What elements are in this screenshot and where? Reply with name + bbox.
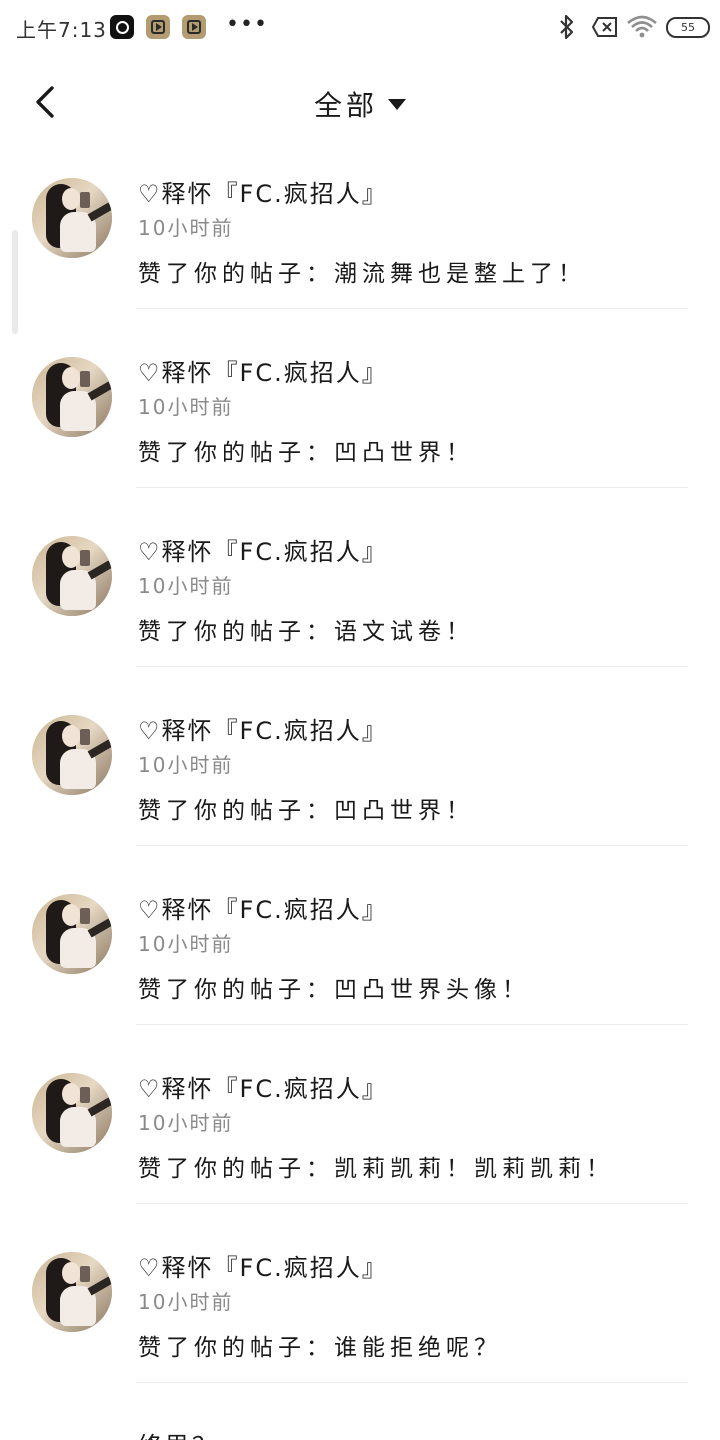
username[interactable]: ♡释怀『FC.疯招人』 [138, 711, 388, 746]
timestamp: 10小时前 [138, 216, 234, 240]
timestamp: 10小时前 [138, 574, 234, 598]
notification-item[interactable]: ♡释怀『FC.疯招人』 10小时前赞了你的帖子：潮流舞也是整上了！ [0, 146, 720, 325]
q-app-icon [110, 15, 134, 39]
timestamp: 10小时前 [138, 1111, 234, 1135]
timestamp: 10小时前 [138, 1290, 234, 1314]
play-app-icon [146, 15, 170, 39]
username[interactable]: ♡释怀『FC.疯招人』 [138, 353, 388, 388]
notification-item[interactable]: ♡释怀『FC.疯招人』 10小时前赞了你的帖子：语文试卷！ [0, 504, 720, 683]
username[interactable]: ♡释怀『FC.疯招人』 [138, 1069, 388, 1104]
notification-message[interactable]: 赞了你的帖子：谁能拒绝呢？ [138, 1328, 502, 1362]
notification-item[interactable]: ♡释怀『FC.疯招人』 10小时前赞了你的帖子：凹凸世界头像！ [0, 862, 720, 1041]
play-app-icon [182, 15, 206, 39]
filter-dropdown[interactable]: 全部 [0, 84, 720, 124]
notification-item[interactable]: ♡释怀『FC.疯招人』 10小时前赞了你的帖子：凯莉凯莉！凯莉凯莉！ [0, 1041, 720, 1220]
sim-off-icon [592, 17, 617, 37]
notification-item[interactable]: ♡释怀『FC.疯招人』 10小时前赞了你的帖子：谁能拒绝呢？ [0, 1220, 720, 1399]
username[interactable]: ♡释怀『FC.疯招人』 [138, 532, 388, 567]
divider [136, 845, 688, 846]
notification-message[interactable]: 赞了你的帖子：凯莉凯莉！凯莉凯莉！ [138, 1149, 614, 1183]
timestamp: 10小时前 [138, 395, 234, 419]
notification-message[interactable]: 赞了你的帖子：凹凸世界！ [138, 791, 474, 825]
more-notifications-icon: ••• [226, 12, 268, 37]
divider [136, 487, 688, 488]
notification-item[interactable]: ♡释怀『FC.疯招人』 10小时前赞了你的帖子：凹凸世界！ [0, 325, 720, 504]
avatar[interactable] [32, 894, 112, 974]
divider [136, 308, 688, 309]
partial-list-item: 终思？ [138, 1426, 219, 1440]
notification-message[interactable]: 赞了你的帖子：语文试卷！ [138, 612, 474, 646]
username[interactable]: ♡释怀『FC.疯招人』 [138, 174, 388, 209]
battery-icon: 55 [666, 17, 710, 38]
notification-message[interactable]: 赞了你的帖子：凹凸世界头像！ [138, 970, 530, 1004]
avatar[interactable] [32, 178, 112, 258]
status-time: 上午7:13 [16, 18, 107, 42]
username[interactable]: ♡释怀『FC.疯招人』 [138, 890, 388, 925]
wifi-icon [627, 15, 657, 38]
notification-message[interactable]: 赞了你的帖子：凹凸世界！ [138, 433, 474, 467]
avatar[interactable] [32, 715, 112, 795]
avatar[interactable] [32, 357, 112, 437]
timestamp: 10小时前 [138, 932, 234, 956]
avatar[interactable] [32, 536, 112, 616]
avatar[interactable] [32, 1073, 112, 1153]
username[interactable]: ♡释怀『FC.疯招人』 [138, 1248, 388, 1283]
notification-list: ♡释怀『FC.疯招人』 10小时前 赞了你的帖子：潮流舞也是整上了！ ♡释怀『FC.疯… [0, 146, 720, 1399]
top-bar: 全部 [0, 60, 720, 146]
notification-item[interactable]: ♡释怀『FC.疯招人』 10小时前赞了你的帖子：凹凸世界！ [0, 683, 720, 862]
divider [136, 1203, 688, 1204]
divider [136, 1024, 688, 1025]
caret-down-icon [388, 99, 406, 110]
notification-message[interactable]: 赞了你的帖子：潮流舞也是整上了！ [138, 254, 586, 288]
avatar[interactable] [32, 1252, 112, 1332]
timestamp: 10小时前 [138, 753, 234, 777]
status-bar: 上午7:13 ••• 55 [0, 0, 720, 56]
divider [136, 1382, 688, 1383]
bluetooth-icon [560, 14, 574, 40]
divider [136, 666, 688, 667]
page-title: 全部 [313, 89, 378, 122]
